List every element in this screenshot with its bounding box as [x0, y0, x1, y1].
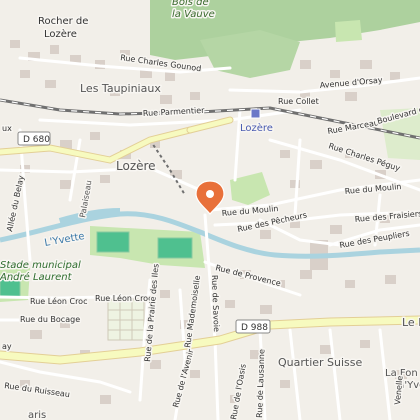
- label-stade-municipal: Stade municipal: [0, 260, 81, 271]
- label-bois-de-la-vauve: Bois de la Vauve: [172, 0, 215, 20]
- green-north: [335, 20, 362, 42]
- label-lozere-station: Lozère: [240, 122, 273, 134]
- sports-pitch-1: [96, 231, 130, 253]
- sports-pitch-2: [157, 237, 193, 259]
- label-le-b: Le B: [402, 316, 420, 329]
- map-view[interactable]: Rocher de Lozère Bois de la Vauve Rue Ch…: [0, 0, 420, 420]
- label-rue-du-bocage: Rue du Bocage: [20, 315, 80, 324]
- label-ux: ux: [2, 124, 12, 133]
- label-rue-leon-croc-1: Rue Léon Croc: [30, 296, 87, 306]
- map-canvas[interactable]: Rocher de Lozère Bois de la Vauve Rue Ch…: [0, 0, 420, 420]
- label-andre-laurent: André Laurent: [0, 271, 73, 283]
- shield-d680: D 680: [17, 131, 51, 146]
- label-rue-collet: Rue Collet: [278, 97, 319, 106]
- svg-text:D 988: D 988: [241, 323, 268, 333]
- label-les-taupiniaux: Les Taupiniaux: [80, 82, 161, 95]
- allotment-gardens: [107, 299, 145, 341]
- shield-d988: D 988: [235, 319, 271, 334]
- label-quartier-suisse: Quartier Suisse: [278, 356, 363, 369]
- label-aris: aris: [28, 410, 46, 420]
- label-lozere-area: Lozère: [116, 159, 156, 173]
- svg-text:D 680: D 680: [23, 135, 50, 145]
- label-ay: ay: [2, 342, 12, 351]
- label-rue-leon-croc-2: Rue Léon Croc: [95, 293, 152, 303]
- train-station-icon[interactable]: [250, 108, 261, 119]
